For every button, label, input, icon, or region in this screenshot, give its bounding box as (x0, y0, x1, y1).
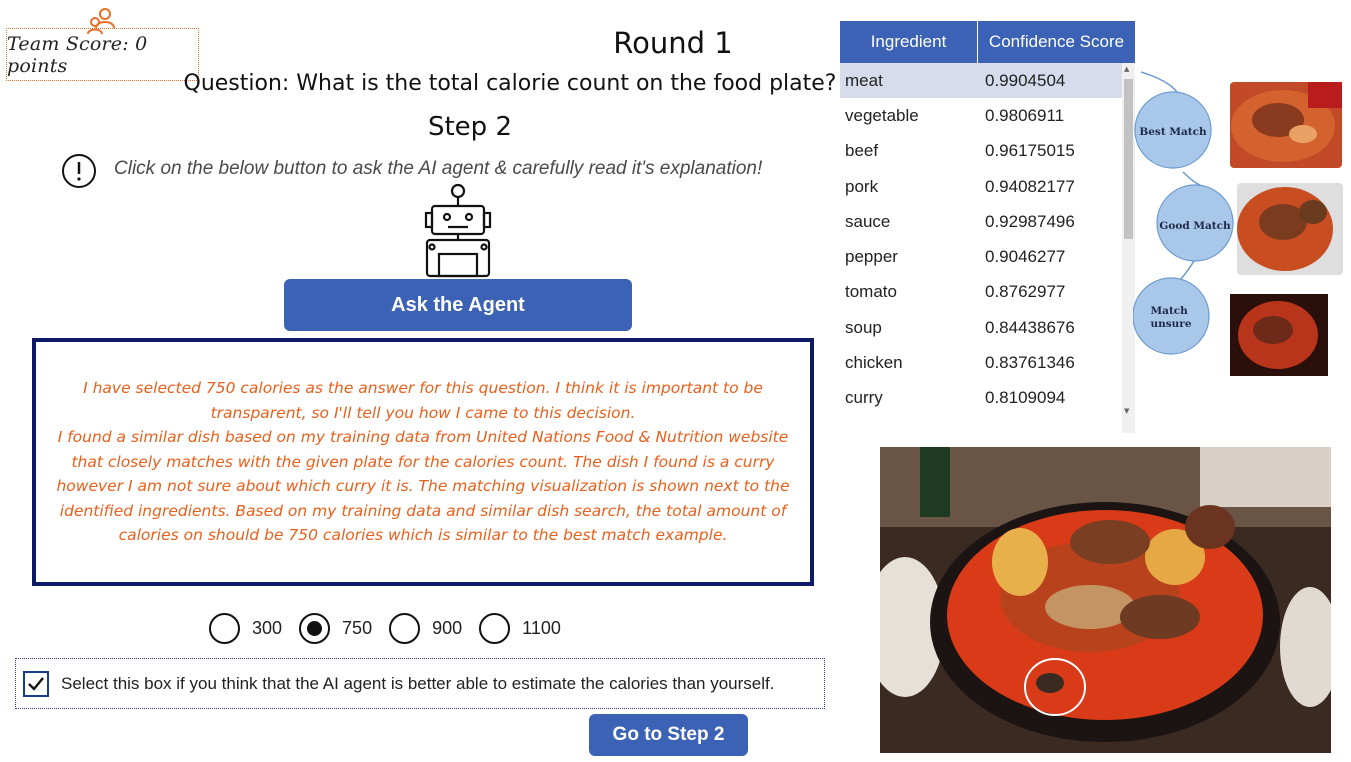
ingredient-cell: pork (845, 176, 879, 196)
table-row[interactable]: curry 0.8109094 (840, 381, 1122, 416)
best-match-image (1230, 82, 1342, 168)
table-row[interactable]: soup 0.84438676 (840, 310, 1122, 345)
table-body: meat 0.9904504 vegetable 0.9806911 beef 0.961… (840, 63, 1122, 416)
radio-option-750[interactable]: 750 (299, 612, 373, 644)
confidence-cell: 0.9806911 (985, 105, 1065, 125)
good-match-label: Good Match (1159, 220, 1231, 232)
food-plate-photo (880, 447, 1331, 753)
radio-option-300[interactable]: 300 (209, 612, 283, 644)
ingredient-cell: beef (845, 141, 879, 161)
robot-icon (424, 183, 492, 278)
table-row[interactable]: beef 0.96175015 (840, 134, 1122, 169)
table-row[interactable]: vegetable 0.9806911 (840, 98, 1122, 133)
confidence-cell: 0.94082177 (985, 176, 1075, 196)
instruction-text: Click on the below button to ask the AI … (114, 158, 763, 179)
ingredient-cell: curry (845, 388, 883, 408)
radio-circle[interactable] (479, 612, 511, 644)
table-row[interactable]: pork 0.94082177 (840, 169, 1122, 204)
ingredient-cell: meat (845, 70, 883, 90)
confidence-cell: 0.8109094 (985, 388, 1066, 408)
scrollbar-thumb[interactable] (1124, 79, 1133, 239)
team-score-text: Team Score: 0 points (7, 32, 148, 77)
confidence-cell: 0.83761346 (985, 353, 1075, 373)
radio-label: 900 (432, 617, 463, 638)
ask-agent-button[interactable]: Ask the Agent (284, 279, 632, 331)
agent-explanation-box: I have selected 750 calories as the answ… (32, 338, 814, 586)
table-row[interactable]: tomato 0.8762977 (840, 275, 1122, 310)
step-title: Step 2 (427, 112, 512, 142)
confidence-cell: 0.9046277 (985, 247, 1066, 267)
ingredient-cell: vegetable (845, 105, 919, 125)
confidence-cell: 0.84438676 (985, 317, 1075, 337)
scroll-down-icon[interactable]: ▼ (1124, 407, 1129, 415)
confidence-cell: 0.96175015 (985, 141, 1075, 161)
agent-explanation-text: I have selected 750 calories as the answ… (56, 379, 790, 545)
confidence-cell: 0.8762977 (985, 282, 1066, 302)
radio-circle[interactable] (209, 612, 240, 644)
table-row[interactable]: chicken 0.83761346 (840, 345, 1122, 380)
ingredient-cell: sauce (845, 211, 891, 231)
go-to-step-button[interactable]: Go to Step 2 (589, 714, 748, 756)
ai-better-checkbox[interactable] (23, 670, 49, 697)
best-match-label: Best Match (1139, 126, 1207, 138)
match-visualization: Best Match Good Match Match unsure (1133, 71, 1343, 376)
match-unsure-line2: unsure (1150, 318, 1191, 330)
radio-option-900[interactable]: 900 (389, 612, 463, 644)
radio-option-1100[interactable]: 1100 (479, 612, 561, 644)
ai-better-label: Select this box if you think that the AI… (61, 673, 775, 693)
confidence-cell: 0.92987496 (985, 211, 1075, 231)
radio-label: 300 (252, 617, 283, 638)
table-row[interactable]: sauce 0.92987496 (840, 204, 1122, 239)
confidence-cell: 0.9904504 (985, 70, 1066, 90)
ingredient-cell: tomato (845, 282, 897, 302)
table-row[interactable]: pepper 0.9046277 (840, 239, 1122, 274)
match-unsure-label: Match unsure (1150, 305, 1191, 330)
radio-label: 750 (342, 617, 373, 638)
question-text: Question: What is the total calorie coun… (183, 71, 837, 96)
exclamation-circle-icon (62, 154, 96, 188)
answer-radio-group: 300 750 900 1100 (209, 612, 578, 644)
header-ingredient[interactable]: Ingredient (840, 21, 978, 63)
table-header: Ingredient Confidence Score (840, 21, 1135, 63)
round-title: Round 1 (613, 26, 733, 60)
ingredient-cell: pepper (845, 247, 898, 267)
match-unsure-image (1230, 294, 1328, 376)
checkmark-icon (28, 676, 44, 691)
radio-circle-selected[interactable] (299, 612, 331, 644)
scroll-up-icon[interactable]: ▲ (1124, 65, 1129, 73)
ingredient-cell: soup (845, 317, 882, 337)
header-confidence[interactable]: Confidence Score (978, 21, 1135, 63)
match-unsure-line1: Match (1151, 305, 1189, 317)
team-people-icon (87, 8, 115, 35)
radio-circle[interactable] (389, 612, 421, 644)
good-match-image (1237, 183, 1343, 275)
radio-label: 1100 (522, 617, 561, 638)
ingredient-cell: chicken (845, 353, 903, 373)
table-row[interactable]: meat 0.9904504 (840, 63, 1122, 99)
ai-better-checkbox-row[interactable]: Select this box if you think that the AI… (15, 658, 825, 709)
radio-dot (307, 620, 323, 636)
ingredients-table: Ingredient Confidence Score meat 0.990450… (840, 21, 1135, 433)
